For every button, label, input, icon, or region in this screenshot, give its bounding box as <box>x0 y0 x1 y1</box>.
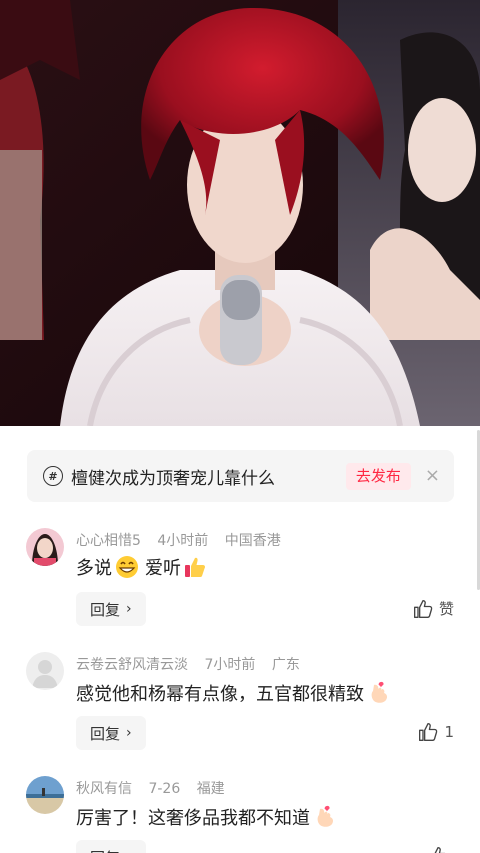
video-frame[interactable] <box>0 0 480 426</box>
chevron-right-icon: › <box>126 849 132 853</box>
chevron-right-icon: › <box>126 725 132 741</box>
comment-location: 广东 <box>271 657 300 673</box>
grin-emoji-icon <box>116 556 138 578</box>
comment-content[interactable]: 多说 爱听 <box>76 554 209 580</box>
comment-content[interactable]: 厉害了！这奢侈品我都不知道 <box>76 804 340 830</box>
like-button[interactable]: 赞 <box>413 598 454 619</box>
like-count: 赞 <box>438 600 454 618</box>
comment-username[interactable]: 秋风有信 <box>76 781 132 797</box>
comment-text: 多说 <box>76 558 112 579</box>
thumbs-up-icon <box>419 723 438 741</box>
comment-location: 中国香港 <box>224 533 281 549</box>
reply-label: 回复 <box>90 600 121 619</box>
comment-item: 心心相惜5 4小时前 中国香港 多说 爱听 回复 › 赞 <box>0 526 480 631</box>
comment-time: 4小时前 <box>157 533 209 549</box>
comment-username[interactable]: 心心相惜5 <box>76 533 141 549</box>
comment-username[interactable]: 云卷云舒风清云淡 <box>76 657 188 673</box>
like-count: 1 <box>444 723 454 741</box>
comment-meta: 心心相惜5 4小时前 中国香港 <box>76 530 293 550</box>
avatar[interactable] <box>26 652 64 690</box>
publish-button[interactable]: 去发布 <box>345 462 411 490</box>
avatar[interactable] <box>26 528 64 566</box>
comment-text: 感觉他和杨幂有点像，五官都很精致 <box>76 684 364 705</box>
comment-item: 云卷云舒风清云淡 7小时前 广东 感觉他和杨幂有点像，五官都很精致 回复 › 1 <box>0 652 480 757</box>
video-still-image <box>0 0 480 426</box>
close-icon[interactable]: × <box>425 467 440 485</box>
comment-meta: 秋风有信 7-26 福建 <box>76 778 237 798</box>
chevron-right-icon: › <box>126 601 132 617</box>
thumbs-up-icon <box>434 847 446 853</box>
comment-text: 厉害了！这奢侈品我都不知道 <box>76 808 310 829</box>
thumbs-up-emoji-icon <box>185 557 205 577</box>
thumbs-up-icon <box>413 599 433 618</box>
reply-button[interactable]: 回复 › <box>76 840 146 853</box>
pinch-hand-emoji-icon <box>317 805 334 827</box>
avatar[interactable] <box>26 776 64 814</box>
like-button[interactable] <box>428 846 454 853</box>
hash-icon: # <box>43 466 63 486</box>
pinch-hand-emoji-icon <box>371 681 388 703</box>
reply-button[interactable]: 回复 › <box>76 592 146 626</box>
topic-banner[interactable]: # 檀健次成为顶奢宠儿靠什么 去发布 × <box>27 450 454 502</box>
reply-label: 回复 <box>90 847 120 853</box>
like-button[interactable]: 1 <box>418 722 454 742</box>
comment-text: 爱听 <box>145 558 181 579</box>
topic-title[interactable]: 檀健次成为顶奢宠儿靠什么 <box>71 464 346 489</box>
reply-label: 回复 <box>90 724 121 743</box>
reply-button[interactable]: 回复 › <box>76 716 146 750</box>
comment-time: 7小时前 <box>204 657 256 673</box>
comment-meta: 云卷云舒风清云淡 7小时前 广东 <box>76 654 312 674</box>
comment-location: 福建 <box>196 781 225 797</box>
comment-content[interactable]: 感觉他和杨幂有点像，五官都很精致 <box>76 680 394 706</box>
comment-time: 7-26 <box>148 781 181 797</box>
comment-item: 秋风有信 7-26 福建 厉害了！这奢侈品我都不知道 回复 › <box>0 776 480 853</box>
